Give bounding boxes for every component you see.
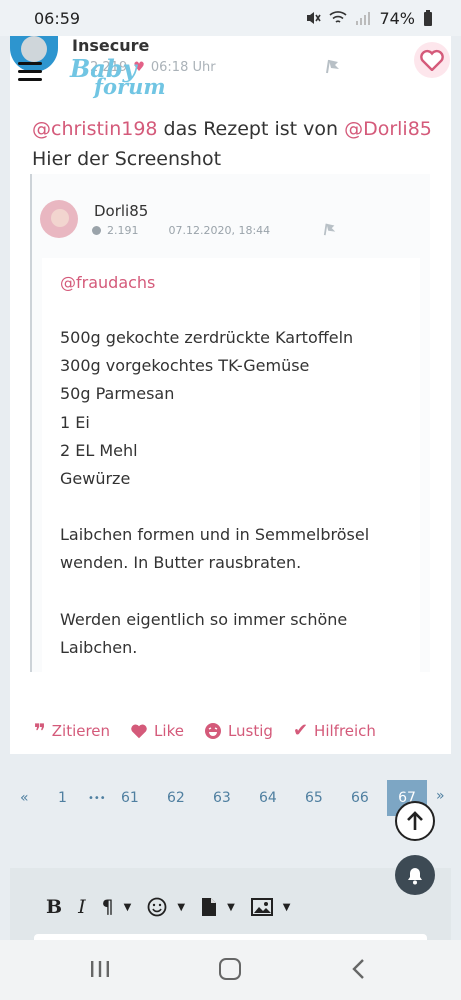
- post-text-line2: Hier der Screenshot: [32, 148, 222, 170]
- ingredient-line: Gewürze: [60, 469, 131, 489]
- instruction-line: Laibchen formen und in Semmelbrösel: [60, 525, 370, 545]
- instruction-line: wenden. In Butter rausbraten.: [60, 553, 302, 573]
- logo-text-line2: forum: [94, 74, 166, 99]
- arrow-up-icon: [407, 811, 423, 830]
- home-icon[interactable]: [219, 958, 241, 980]
- ingredient-line: 50g Parmesan: [60, 384, 175, 404]
- status-bar: 06:59 74%: [0, 0, 461, 36]
- post-actions: ❞ Zitieren Like Lustig ✔ Hilfreich: [34, 720, 376, 741]
- quote-date: 07.12.2020, 18:44: [168, 224, 271, 237]
- back-icon[interactable]: [351, 958, 365, 980]
- page-link[interactable]: 1: [58, 790, 67, 806]
- laughing-face-icon: [204, 722, 221, 739]
- bold-button[interactable]: B: [46, 896, 62, 918]
- scroll-top-button[interactable]: [395, 801, 435, 841]
- paragraph-menu[interactable]: ¶ ▼: [102, 896, 132, 918]
- status-time: 06:59: [34, 8, 81, 28]
- funny-action-label: Lustig: [227, 721, 273, 740]
- page-next-link[interactable]: »: [436, 788, 445, 804]
- ingredient-line: 2 EL Mehl: [60, 440, 138, 460]
- page-link[interactable]: 62: [167, 790, 185, 806]
- quote-marks-icon: ❞: [34, 718, 46, 743]
- post-username[interactable]: Insecure: [72, 36, 149, 55]
- emoji-menu[interactable]: ▼: [147, 897, 185, 917]
- system-nav-bar: [0, 940, 461, 1000]
- post-text-mid: das Rezept ist von: [157, 118, 345, 140]
- document-icon: [202, 898, 217, 916]
- insert-file-menu[interactable]: ▼: [201, 897, 235, 917]
- paragraph-icon: ¶: [101, 896, 114, 918]
- quote-avatar[interactable]: [40, 200, 78, 238]
- quote-count: 2.191: [107, 224, 139, 237]
- mute-icon: [307, 12, 322, 24]
- status-icons: 74%: [305, 9, 433, 28]
- battery-percent: 74%: [379, 8, 415, 28]
- quote-report-flag-icon[interactable]: [322, 222, 338, 236]
- quote-body: @fraudachs 500g gekochte zerdrückte Kart…: [42, 258, 420, 672]
- page-link[interactable]: 64: [259, 790, 277, 806]
- closing-line: Laibchen.: [60, 637, 138, 657]
- count-dot-icon: [92, 226, 101, 235]
- chevron-down-icon: ▼: [177, 901, 186, 913]
- page-prev-link[interactable]: «: [20, 790, 29, 806]
- checkmark-icon: ✔: [292, 720, 309, 741]
- ingredient-line: 300g vorgekochtes TK-Gemüse: [60, 356, 310, 376]
- smiley-icon: [147, 897, 167, 917]
- pagination: « 1 ••• 61 62 63 64 65 66 67 »: [0, 780, 461, 820]
- quote-meta: 2.191 07.12.2020, 18:44: [92, 224, 270, 237]
- chevron-down-icon: ▼: [123, 901, 132, 913]
- bell-icon: [408, 868, 422, 885]
- quote-action-label: Zitieren: [51, 721, 111, 740]
- like-action[interactable]: Like: [130, 722, 184, 740]
- report-flag-icon[interactable]: [324, 58, 342, 74]
- editor-toolbar: B I ¶ ▼ ▼ ▼ ▼: [46, 896, 290, 918]
- post-text: @christin198 das Rezept ist von @Dorli85…: [32, 114, 432, 174]
- quote-action[interactable]: ❞ Zitieren: [34, 718, 111, 743]
- heart-icon: [420, 49, 444, 71]
- signal-icon: [356, 12, 371, 25]
- page-link[interactable]: 63: [213, 790, 231, 806]
- page-ellipsis[interactable]: •••: [88, 793, 106, 804]
- page-link[interactable]: 61: [121, 790, 139, 806]
- mention-fraudachs[interactable]: @fraudachs: [60, 272, 420, 294]
- favorite-button[interactable]: [414, 42, 450, 78]
- site-logo[interactable]: Baby forum: [68, 54, 166, 104]
- menu-icon[interactable]: [18, 62, 42, 84]
- page-link[interactable]: 65: [305, 790, 323, 806]
- page-link[interactable]: 66: [351, 790, 369, 806]
- battery-icon: [424, 10, 432, 26]
- helpful-action[interactable]: ✔ Hilfreich: [293, 720, 376, 741]
- mention-dorli[interactable]: @Dorli85: [344, 118, 432, 140]
- image-icon: [250, 898, 273, 916]
- ingredient-line: 500g gekochte zerdrückte Kartoffeln: [60, 328, 354, 347]
- helpful-action-label: Hilfreich: [314, 721, 376, 740]
- funny-action[interactable]: Lustig: [204, 722, 273, 740]
- insert-image-menu[interactable]: ▼: [250, 898, 291, 916]
- closing-line: Werden eigentlich so immer schöne: [60, 609, 348, 629]
- quote-username[interactable]: Dorli85: [94, 202, 148, 220]
- quoted-post: Dorli85 2.191 07.12.2020, 18:44 @fraudac…: [30, 174, 430, 672]
- chevron-down-icon: ▼: [282, 901, 291, 913]
- chevron-down-icon: ▼: [227, 901, 235, 913]
- wifi-icon: [329, 11, 347, 23]
- recents-icon[interactable]: [90, 960, 110, 978]
- like-heart-icon: [131, 724, 147, 738]
- mention-christin[interactable]: @christin198: [32, 118, 158, 140]
- ingredient-line: 1 Ei: [60, 412, 90, 432]
- italic-button[interactable]: I: [78, 896, 86, 918]
- notifications-button[interactable]: [395, 855, 435, 895]
- like-action-label: Like: [154, 721, 184, 740]
